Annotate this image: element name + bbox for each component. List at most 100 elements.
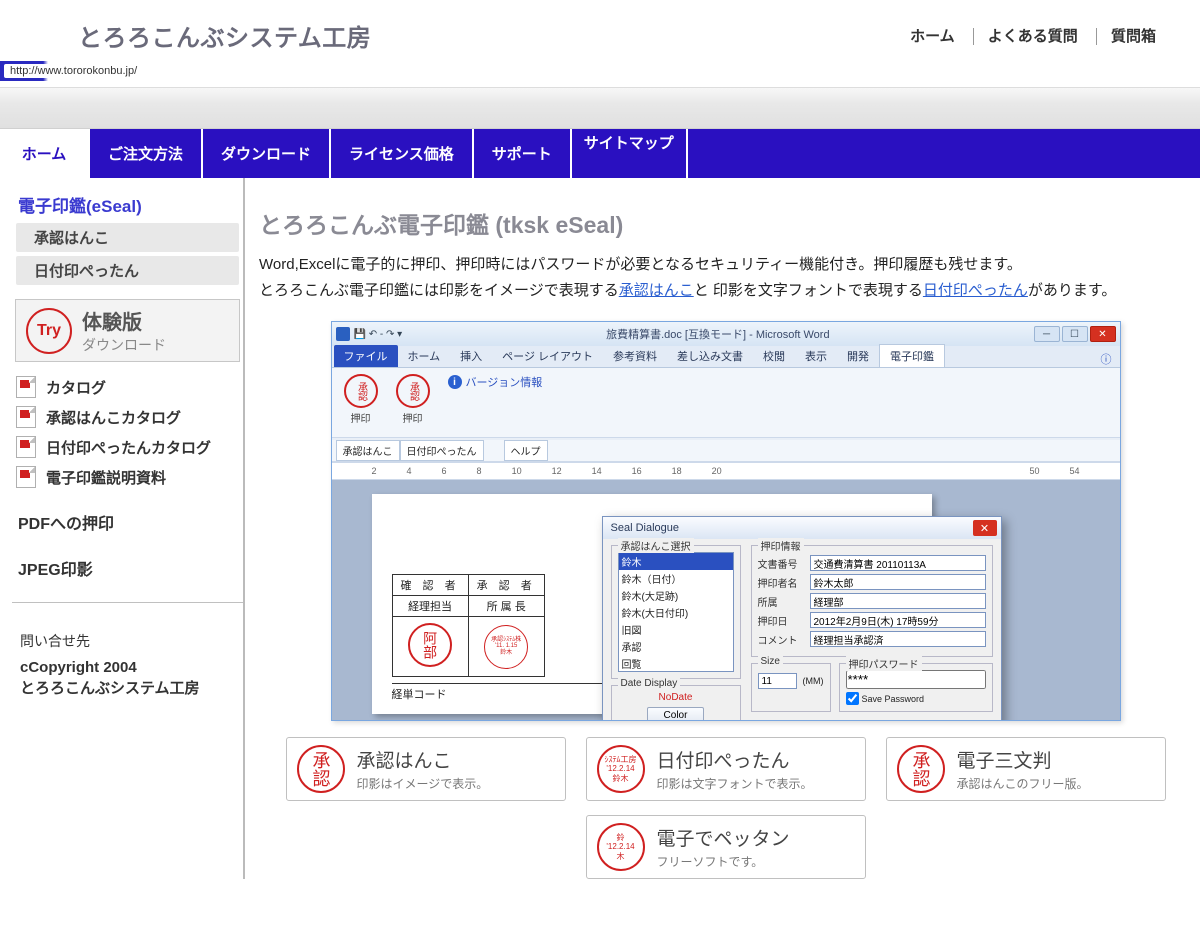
- close-icon[interactable]: ✕: [1090, 326, 1116, 342]
- url-banner: http://www.tororokonbu.jp/: [0, 61, 1200, 81]
- page-title: とろろこんぶ電子印鑑 (tksk eSeal): [259, 206, 1192, 240]
- stamp-icon: 承認: [297, 745, 345, 793]
- ribbon-tab-eseal[interactable]: 電子印鑑: [879, 344, 945, 367]
- pdf-link-label: カタログ: [46, 377, 239, 398]
- topnav-faq[interactable]: よくある質問: [973, 28, 1092, 45]
- nav-license[interactable]: ライセンス価格: [331, 129, 474, 178]
- ribbon-stamp-button-2[interactable]: 承認: [396, 374, 430, 408]
- nav-order[interactable]: ご注文方法: [90, 129, 203, 178]
- stamper-name-input[interactable]: [810, 574, 986, 590]
- maximize-icon[interactable]: ☐: [1062, 326, 1088, 342]
- trial-sub: ダウンロード: [82, 335, 166, 355]
- doc-number-input[interactable]: [810, 555, 986, 571]
- copyright: cCopyright 2004 とろろこんぶシステム工房: [20, 657, 235, 699]
- pdf-link-label: 承認はんこカタログ: [46, 407, 239, 428]
- ribbon-tab-insert[interactable]: 挿入: [450, 345, 492, 367]
- size-input[interactable]: [758, 673, 797, 689]
- topnav-home[interactable]: ホーム: [896, 28, 969, 45]
- ribbon-tab-review[interactable]: 校閲: [753, 345, 795, 367]
- save-password-checkbox[interactable]: Save Password: [846, 692, 986, 705]
- trial-download-box[interactable]: Try 体験版 ダウンロード: [15, 299, 240, 362]
- stamp-abe: 阿部: [408, 623, 452, 667]
- minimize-icon[interactable]: ─: [1034, 326, 1060, 342]
- list-item[interactable]: 回覧: [619, 655, 733, 672]
- stamp-date-input[interactable]: [810, 612, 986, 628]
- list-item[interactable]: 承認: [619, 638, 733, 655]
- card-title: 承認はんこ: [357, 746, 555, 773]
- comment-input[interactable]: [810, 631, 986, 647]
- ribbon-tab-home[interactable]: ホーム: [398, 345, 451, 367]
- pdf-link-manual[interactable]: 電子印鑑説明資料: [16, 466, 239, 488]
- nav-download[interactable]: ダウンロード: [203, 129, 331, 178]
- subtab-pettan[interactable]: 日付印ぺったん: [400, 440, 484, 461]
- top-nav: ホーム よくある質問 質問箱: [896, 25, 1170, 46]
- page-description: Word,Excelに電子的に押印、押印時にはパスワードが必要となるセキュリティ…: [259, 252, 1192, 303]
- nav-home[interactable]: ホーム: [0, 129, 90, 178]
- card-pettan[interactable]: ｼｽﾃﾑ工房'12.2.14鈴木 日付印ぺったん印影は文字フォントで表示。: [586, 737, 866, 801]
- site-url: http://www.tororokonbu.jp/: [4, 64, 143, 78]
- product-cards: 承認 承認はんこ印影はイメージで表示。 ｼｽﾃﾑ工房'12.2.14鈴木 日付印…: [259, 737, 1192, 879]
- password-group: 押印パスワード Save Password: [839, 663, 993, 712]
- link-shounin[interactable]: 承認はんこ: [619, 282, 694, 299]
- ribbon-subtabs: 承認はんこ 日付印ぺったん ヘルプ: [332, 440, 1120, 462]
- main-nav: ホーム ご注文方法 ダウンロード ライセンス価格 サポート サイトマップ: [0, 129, 1200, 178]
- pdf-link-catalog[interactable]: カタログ: [16, 376, 239, 398]
- try-icon: Try: [26, 308, 72, 354]
- card-shounin[interactable]: 承認 承認はんこ印影はイメージで表示。: [286, 737, 566, 801]
- size-group: Size (MM): [751, 663, 831, 712]
- sidebar: 電子印鑑(eSeal) 承認はんこ 日付印ぺったん Try 体験版 ダウンロード…: [0, 178, 245, 879]
- subtab-shounin[interactable]: 承認はんこ: [336, 440, 400, 461]
- department-input[interactable]: [810, 593, 986, 609]
- sidebar-link-jpeg-stamp[interactable]: JPEG印影: [18, 556, 237, 580]
- word-titlebar: 💾 ↶ - ↷ ▾ 旅費精算書.doc [互換モード] - Microsoft …: [332, 322, 1120, 346]
- ribbon-tab-reference[interactable]: 参考資料: [603, 345, 667, 367]
- list-item[interactable]: 鈴木: [619, 553, 733, 570]
- main-content: とろろこんぶ電子印鑑 (tksk eSeal) Word,Excelに電子的に押…: [245, 178, 1200, 879]
- nav-sitemap[interactable]: サイトマップ: [572, 129, 688, 178]
- topnav-contact[interactable]: 質問箱: [1096, 28, 1170, 45]
- ribbon-tab-mail[interactable]: 差し込み文書: [667, 345, 753, 367]
- word-ruler: 2468101214161820 5054: [332, 462, 1120, 480]
- card-epettan[interactable]: 鈴'12.2.14木 電子でペッタンフリーソフトです。: [586, 815, 866, 879]
- card-title: 電子三文判: [957, 746, 1155, 773]
- password-input[interactable]: [846, 670, 986, 689]
- list-item[interactable]: 鈴木(大足跡): [619, 587, 733, 604]
- list-item[interactable]: 鈴木（日付）: [619, 570, 733, 587]
- ribbon-stamp-button-1[interactable]: 承認: [344, 374, 378, 408]
- ribbon-tab-file[interactable]: ファイル: [334, 345, 398, 367]
- date-stamp-icon: ｼｽﾃﾑ工房'12.2.14鈴木: [597, 745, 645, 793]
- link-pettan[interactable]: 日付印ぺったん: [923, 282, 1028, 299]
- sidebar-item-pettan[interactable]: 日付印ぺったん: [16, 256, 239, 285]
- sidebar-category-eseal[interactable]: 電子印鑑(eSeal): [12, 188, 243, 221]
- list-item[interactable]: 旧図: [619, 621, 733, 638]
- dialog-titlebar: Seal Dialogue ✕: [603, 517, 1001, 539]
- color-button[interactable]: Color: [647, 707, 705, 720]
- ribbon-tab-dev[interactable]: 開発: [837, 345, 879, 367]
- header: とろろこんぶシステム工房 ホーム よくある質問 質問箱: [0, 0, 1200, 53]
- card-sanmonban[interactable]: 承認 電子三文判承認はんこのフリー版。: [886, 737, 1166, 801]
- pdf-link-shounin-catalog[interactable]: 承認はんこカタログ: [16, 406, 239, 428]
- nav-support[interactable]: サポート: [474, 129, 572, 178]
- ribbon-tab-layout[interactable]: ページ レイアウト: [492, 345, 603, 367]
- pdf-icon: [16, 406, 36, 428]
- info-icon: i: [448, 375, 462, 389]
- stamp-icon: 承認: [897, 745, 945, 793]
- dialog-close-icon[interactable]: ✕: [973, 520, 997, 536]
- sidebar-separator: [12, 602, 243, 603]
- ribbon-help-icon[interactable]: ⓘ: [1101, 351, 1120, 367]
- date-display-group: Date Display NoDate Color: [611, 685, 741, 720]
- trial-title: 体験版: [82, 306, 166, 335]
- seal-dialog: Seal Dialogue ✕ 承認はんこ選択 鈴木 鈴木（日付）: [602, 516, 1002, 720]
- sidebar-link-pdf-stamp[interactable]: PDFへの押印: [18, 510, 237, 534]
- word-screenshot: 💾 ↶ - ↷ ▾ 旅費精算書.doc [互換モード] - Microsoft …: [331, 321, 1121, 721]
- stamp-listbox[interactable]: 鈴木 鈴木（日付） 鈴木(大足跡) 鈴木(大日付印) 旧図 承認 回覧 回覧 許: [618, 552, 734, 672]
- subtab-help[interactable]: ヘルプ: [504, 440, 548, 461]
- pdf-link-pettan-catalog[interactable]: 日付印ぺったんカタログ: [16, 436, 239, 458]
- contact-label: 問い合せ先: [20, 631, 235, 651]
- ribbon-version-info[interactable]: i バージョン情報: [448, 374, 543, 390]
- list-item[interactable]: 鈴木(大日付印): [619, 604, 733, 621]
- pdf-icon: [16, 436, 36, 458]
- ribbon-tab-view[interactable]: 表示: [795, 345, 837, 367]
- ribbon-stamp-label: 押印: [351, 410, 371, 425]
- sidebar-item-shounin[interactable]: 承認はんこ: [16, 223, 239, 252]
